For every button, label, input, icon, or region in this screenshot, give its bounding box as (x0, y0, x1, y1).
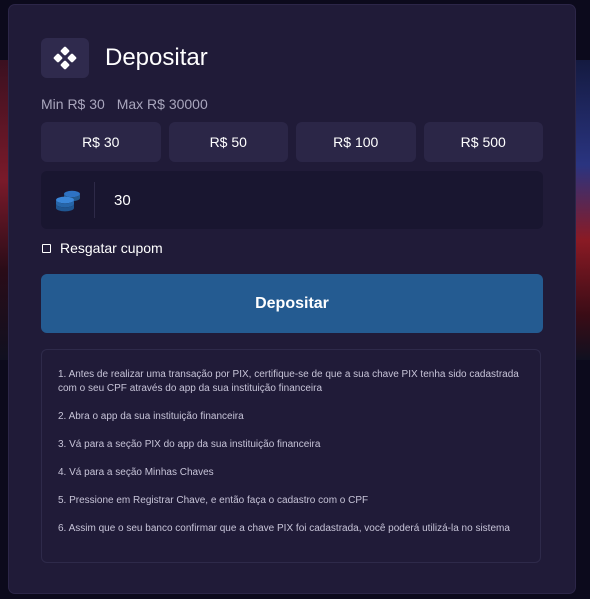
instruction-item: 5. Pressione em Registrar Chave, e então… (58, 495, 369, 506)
amount-options: R$ 30 R$ 50 R$ 100 R$ 500 (41, 122, 543, 162)
max-limit: Max R$ 30000 (116, 96, 208, 112)
background-right-edge (576, 60, 590, 360)
coins-icon (55, 190, 80, 212)
min-limit: Min R$ 30 (41, 96, 105, 112)
pix-instructions: 1. Antes de realizar uma transação por P… (41, 349, 541, 563)
instruction-item: 6. Assim que o seu banco confirmar que a… (58, 523, 510, 534)
amount-option-50[interactable]: R$ 50 (168, 122, 288, 162)
logo-box (41, 38, 89, 78)
instruction-item: 4. Vá para a seção Minhas Chaves (58, 467, 214, 478)
diamond-grid-icon (53, 46, 77, 70)
deposit-modal: Depositar Min R$ 30 Max R$ 30000 R$ 30 R… (9, 5, 575, 593)
modal-title: Depositar (105, 44, 208, 71)
instruction-item: 3. Vá para a seção PIX do app da sua ins… (58, 439, 321, 450)
deposit-limits: Min R$ 30 Max R$ 30000 (41, 96, 208, 112)
instruction-item: 2. Abra o app da sua instituição finance… (58, 411, 244, 422)
instruction-item: 1. Antes de realizar uma transação por P… (58, 369, 519, 394)
deposit-button[interactable]: Depositar (41, 274, 543, 333)
coupon-label: Resgatar cupom (60, 240, 163, 256)
modal-header: Depositar (41, 38, 208, 78)
coupon-toggle[interactable]: Resgatar cupom (42, 240, 163, 256)
coin-icon-wrap (41, 182, 95, 218)
amount-option-30[interactable]: R$ 30 (41, 122, 161, 162)
amount-input[interactable] (112, 190, 496, 210)
coupon-checkbox[interactable] (42, 243, 51, 253)
amount-option-100[interactable]: R$ 100 (296, 122, 416, 162)
amount-option-500[interactable]: R$ 500 (423, 122, 543, 162)
amount-input-row (41, 171, 543, 229)
